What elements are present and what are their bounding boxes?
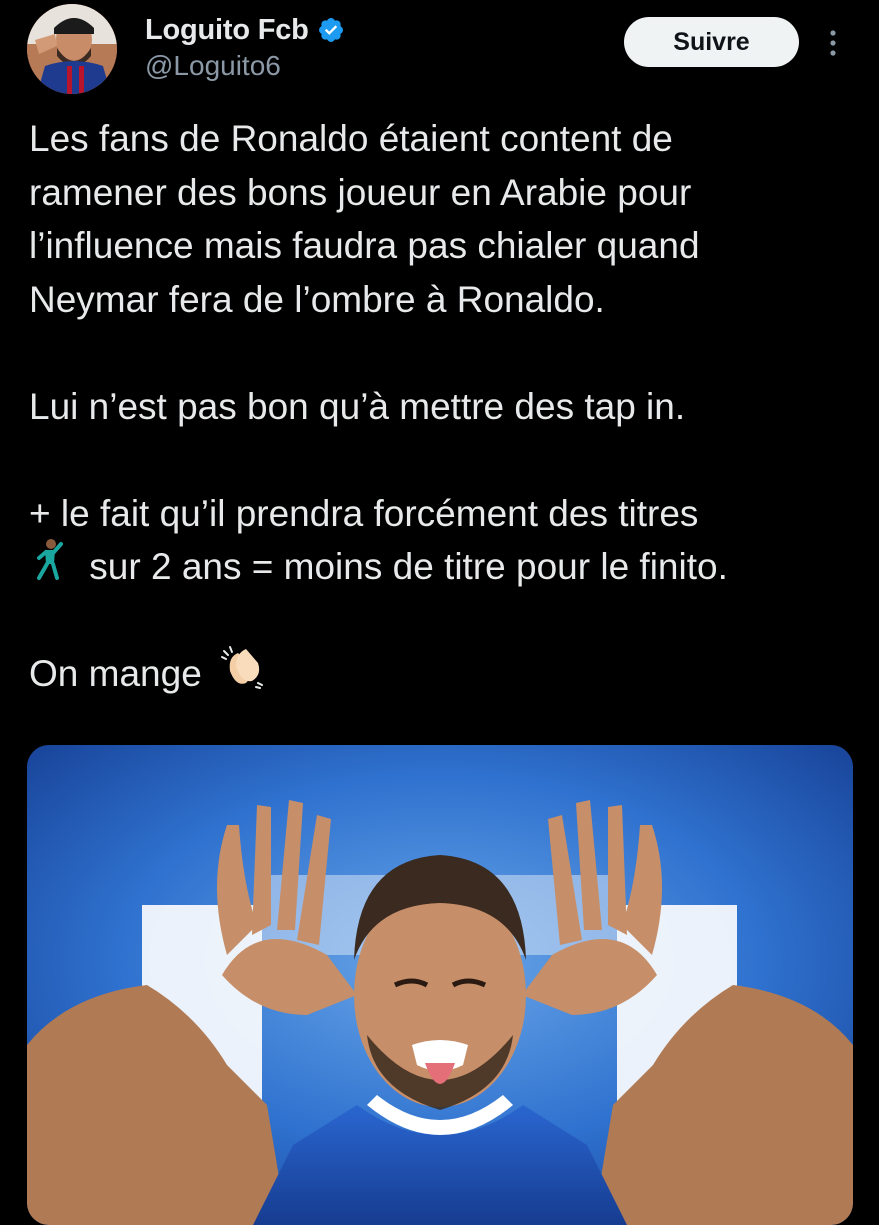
tweet-line: Les fans de Ronaldo étaient content de (29, 118, 673, 159)
tweet-header: Loguito Fcb @Loguito6 Suivre (0, 0, 879, 105)
photo-image (27, 745, 853, 1225)
avatar[interactable] (27, 4, 117, 94)
dancing-man-icon (29, 538, 67, 595)
tweet-line: Lui n’est pas bon qu’à mettre des tap in… (29, 385, 686, 427)
tweet-photo[interactable] (27, 745, 853, 1225)
user-handle[interactable]: @Loguito6 (145, 50, 281, 82)
tweet-line-text: sur 2 ans = moins de titre pour le finit… (89, 546, 728, 587)
tweet-line-with-emoji: sur 2 ans = moins de titre pour le finit… (29, 538, 859, 595)
clapping-hands-icon (220, 643, 266, 704)
follow-button[interactable]: Suivre (624, 17, 799, 67)
avatar-image (27, 4, 117, 94)
more-vertical-icon[interactable] (822, 22, 844, 66)
tweet-line: ramener des bons joueur en Arabie pour (29, 171, 692, 213)
tweet-line: l’influence mais faudra pas chialer quan… (29, 225, 700, 266)
tweet-line: + le fait qu’il prendra forcément des ti… (29, 492, 699, 534)
tweet-text: Les fans de Ronaldo étaient content de r… (29, 112, 859, 701)
tweet-line-text: On mange (29, 653, 202, 694)
verified-badge-icon (317, 16, 345, 44)
name-row: Loguito Fcb (145, 10, 345, 50)
tweet-line: Neymar fera de l’ombre à Ronaldo. (29, 278, 605, 320)
display-name[interactable]: Loguito Fcb (145, 14, 309, 47)
tweet-line-with-emoji: On mange (29, 645, 859, 701)
